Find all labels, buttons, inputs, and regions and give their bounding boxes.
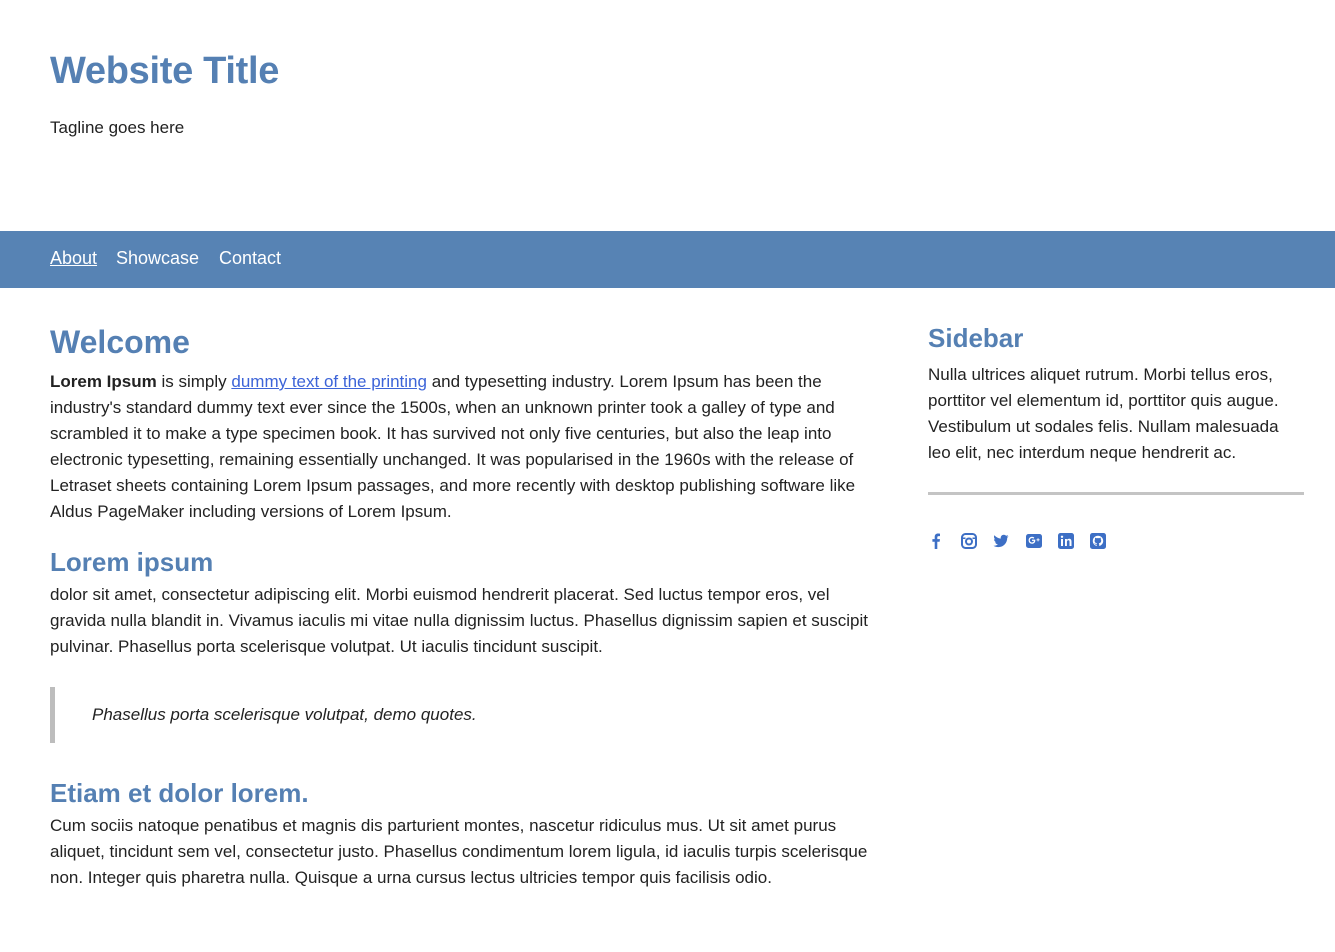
site-title[interactable]: Website Title (50, 50, 279, 93)
intro-link[interactable]: dummy text of the printing (231, 372, 427, 391)
social-links (928, 533, 1304, 549)
site-tagline: Tagline goes here (50, 118, 185, 137)
sidebar-body: Nulla ultrices aliquet rutrum. Morbi tel… (928, 365, 1279, 462)
google-plus-icon[interactable] (1026, 533, 1042, 549)
navbar (0, 231, 1335, 288)
site-header: Website Title Tagline goes here (0, 0, 1335, 231)
block-quote: Phasellus porta scelerisque volutpat, de… (50, 687, 870, 743)
github-icon[interactable] (1090, 533, 1106, 549)
intro-bold-text: Lorem Ipsum (50, 372, 157, 391)
nav-item-contact[interactable]: Contact (219, 248, 281, 269)
twitter-icon[interactable] (993, 533, 1009, 549)
intro-text-pre-link: is simply (156, 372, 232, 391)
sidebar: Sidebar Nulla ultrices aliquet rutrum. M… (928, 320, 1304, 549)
facebook-icon[interactable] (928, 533, 944, 549)
sidebar-title: Sidebar (928, 323, 1024, 353)
intro-text-post-link: and typesetting industry. Lorem Ipsum ha… (50, 372, 856, 521)
sidebar-divider (928, 492, 1304, 495)
section-body-lorem-ipsum: dolor sit amet, consectetur adipiscing e… (50, 585, 868, 656)
nav-item-showcase[interactable]: Showcase (116, 248, 199, 269)
instagram-icon[interactable] (961, 533, 977, 549)
welcome-heading: Welcome (50, 324, 190, 360)
linkedin-icon[interactable] (1058, 533, 1074, 549)
section-body-etiam: Cum sociis natoque penatibus et magnis d… (50, 816, 868, 887)
main-content: Welcome Lorem Ipsum is simply dummy text… (50, 318, 870, 891)
section-heading-lorem-ipsum: Lorem ipsum (50, 547, 214, 577)
nav-item-about[interactable]: About (50, 248, 97, 269)
section-heading-etiam: Etiam et dolor lorem. (50, 778, 309, 808)
intro-paragraph: Lorem Ipsum is simply dummy text of the … (50, 369, 870, 525)
